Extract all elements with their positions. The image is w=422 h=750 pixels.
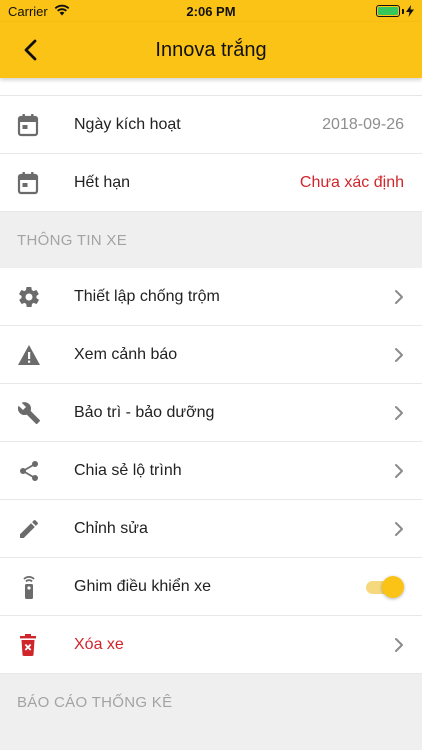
section-header-vehicle-info: THÔNG TIN XE [0,212,422,268]
calendar-icon [17,171,39,194]
menu-item-share-route[interactable]: Chia sẻ lộ trình [0,442,422,500]
activation-date-value: 2018-09-26 [322,115,404,133]
status-bar: Carrier 2:06 PM [0,0,422,22]
expiry-value: Chưa xác định [299,173,404,191]
pin-remote-toggle[interactable] [364,575,404,598]
calendar-icon [17,113,39,136]
menu-item-label: Xóa xe [74,635,124,653]
expiry-label: Hết hạn [74,173,131,191]
menu-item-label: Chỉnh sửa [74,519,148,537]
menu-item-edit[interactable]: Chỉnh sửa [0,500,422,558]
activation-date-label: Ngày kích hoạt [74,115,181,133]
wrench-icon [17,401,40,424]
menu-item-pin-remote: Ghim điều khiển xe [0,558,422,616]
menu-item-label: Chia sẻ lộ trình [74,461,182,479]
remote-icon [23,575,35,599]
menu-item-delete-vehicle[interactable]: Xóa xe [0,616,422,674]
chevron-left-icon [24,39,37,61]
pencil-icon [20,519,38,538]
gear-icon [19,286,39,307]
content-scroll[interactable]: Ngày kích hoạt 2018-09-26 Hết hạn Chưa x… [0,78,422,730]
chevron-right-icon [395,347,403,362]
expiry-row: Hết hạn Chưa xác định [0,154,422,212]
list-top-strip [0,78,422,96]
wifi-icon [54,4,70,19]
menu-item-label: Ghim điều khiển xe [74,577,211,595]
carrier-label: Carrier [8,3,48,19]
charging-icon [406,5,414,17]
activation-date-row: Ngày kích hoạt 2018-09-26 [0,96,422,154]
page-title: Innova trắng [155,38,267,61]
warning-icon [18,344,40,365]
menu-item-anti-theft[interactable]: Thiết lập chống trộm [0,268,422,326]
delete-icon [20,633,36,656]
menu-item-maintenance[interactable]: Bảo trì - bảo dưỡng [0,384,422,442]
chevron-right-icon [395,463,403,478]
chevron-right-icon [395,405,403,420]
battery-icon [376,5,414,17]
menu-item-alerts[interactable]: Xem cảnh báo [0,326,422,384]
nav-bar: Innova trắng [0,22,422,78]
chevron-right-icon [395,637,403,652]
menu-item-label: Xem cảnh báo [74,345,178,363]
menu-item-label: Bảo trì - bảo dưỡng [74,403,215,421]
share-icon [20,460,38,481]
chevron-right-icon [395,289,403,304]
chevron-right-icon [395,521,403,536]
section-header-reports: BÁO CÁO THỐNG KÊ [0,674,422,730]
back-button[interactable] [14,34,46,66]
menu-item-label: Thiết lập chống trộm [74,287,220,305]
